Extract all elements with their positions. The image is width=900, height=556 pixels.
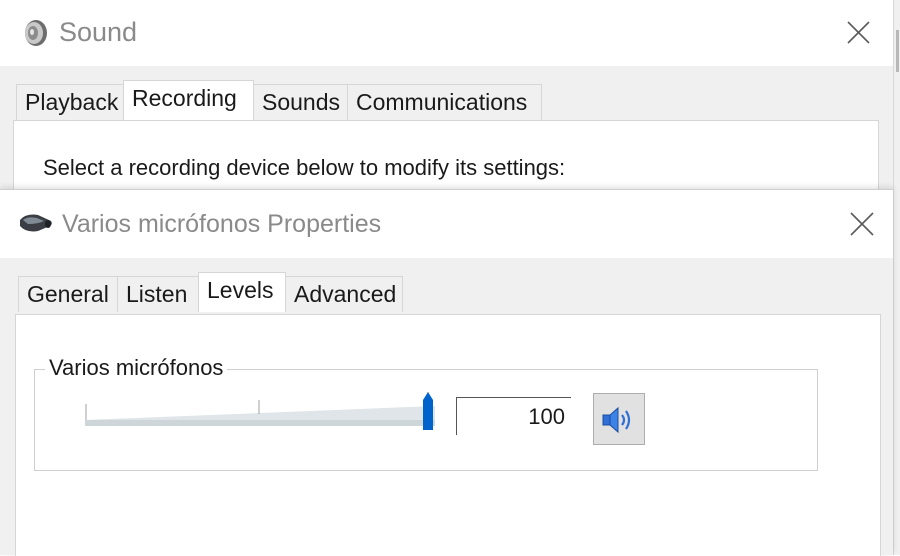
tab-levels[interactable]: Levels <box>198 272 286 312</box>
volume-slider[interactable] <box>85 390 435 432</box>
tab-playback[interactable]: Playback <box>16 84 124 120</box>
close-icon[interactable] <box>838 12 878 52</box>
slider-track <box>85 420 435 426</box>
tab-label: Playback <box>25 89 119 115</box>
tab-communications[interactable]: Communications <box>347 84 542 120</box>
tab-recording[interactable]: Recording <box>123 80 254 120</box>
volume-value-field[interactable]: 100 <box>456 397 571 435</box>
volume-value: 100 <box>528 404 565 429</box>
microphone-icon <box>20 214 52 232</box>
tab-listen[interactable]: Listen <box>117 276 199 312</box>
sound-window-edge <box>893 0 900 555</box>
mute-button[interactable] <box>593 393 645 445</box>
tab-label: Sounds <box>262 89 341 115</box>
tab-label: Advanced <box>294 281 397 307</box>
group-label: Varios micrófonos <box>45 355 228 381</box>
speaker-icon <box>25 20 47 46</box>
tab-sounds[interactable]: Sounds <box>253 84 348 120</box>
tab-label: General <box>27 281 109 307</box>
edge-mark <box>896 30 899 72</box>
properties-titlebar: Varios micrófonos Properties <box>0 190 893 258</box>
slider-thumb[interactable] <box>423 392 433 430</box>
microphone-level-group: Varios micrófonos 100 <box>34 355 818 471</box>
levels-panel: Varios micrófonos 100 <box>15 314 881 556</box>
properties-window: Varios micrófonos Properties General Lis… <box>0 189 893 556</box>
tab-label: Levels <box>207 277 274 303</box>
recording-instruction: Select a recording device below to modif… <box>43 155 566 180</box>
sound-titlebar: Sound <box>0 0 900 66</box>
tab-label: Recording <box>132 85 237 111</box>
properties-window-title: Varios micrófonos Properties <box>62 210 382 238</box>
sound-window-title: Sound <box>59 17 138 47</box>
tab-advanced[interactable]: Advanced <box>285 276 403 312</box>
tab-label: Communications <box>356 89 528 115</box>
tab-general[interactable]: General <box>18 276 118 312</box>
close-icon[interactable] <box>842 204 882 244</box>
speaker-icon <box>602 406 631 434</box>
tab-label: Listen <box>126 281 188 307</box>
